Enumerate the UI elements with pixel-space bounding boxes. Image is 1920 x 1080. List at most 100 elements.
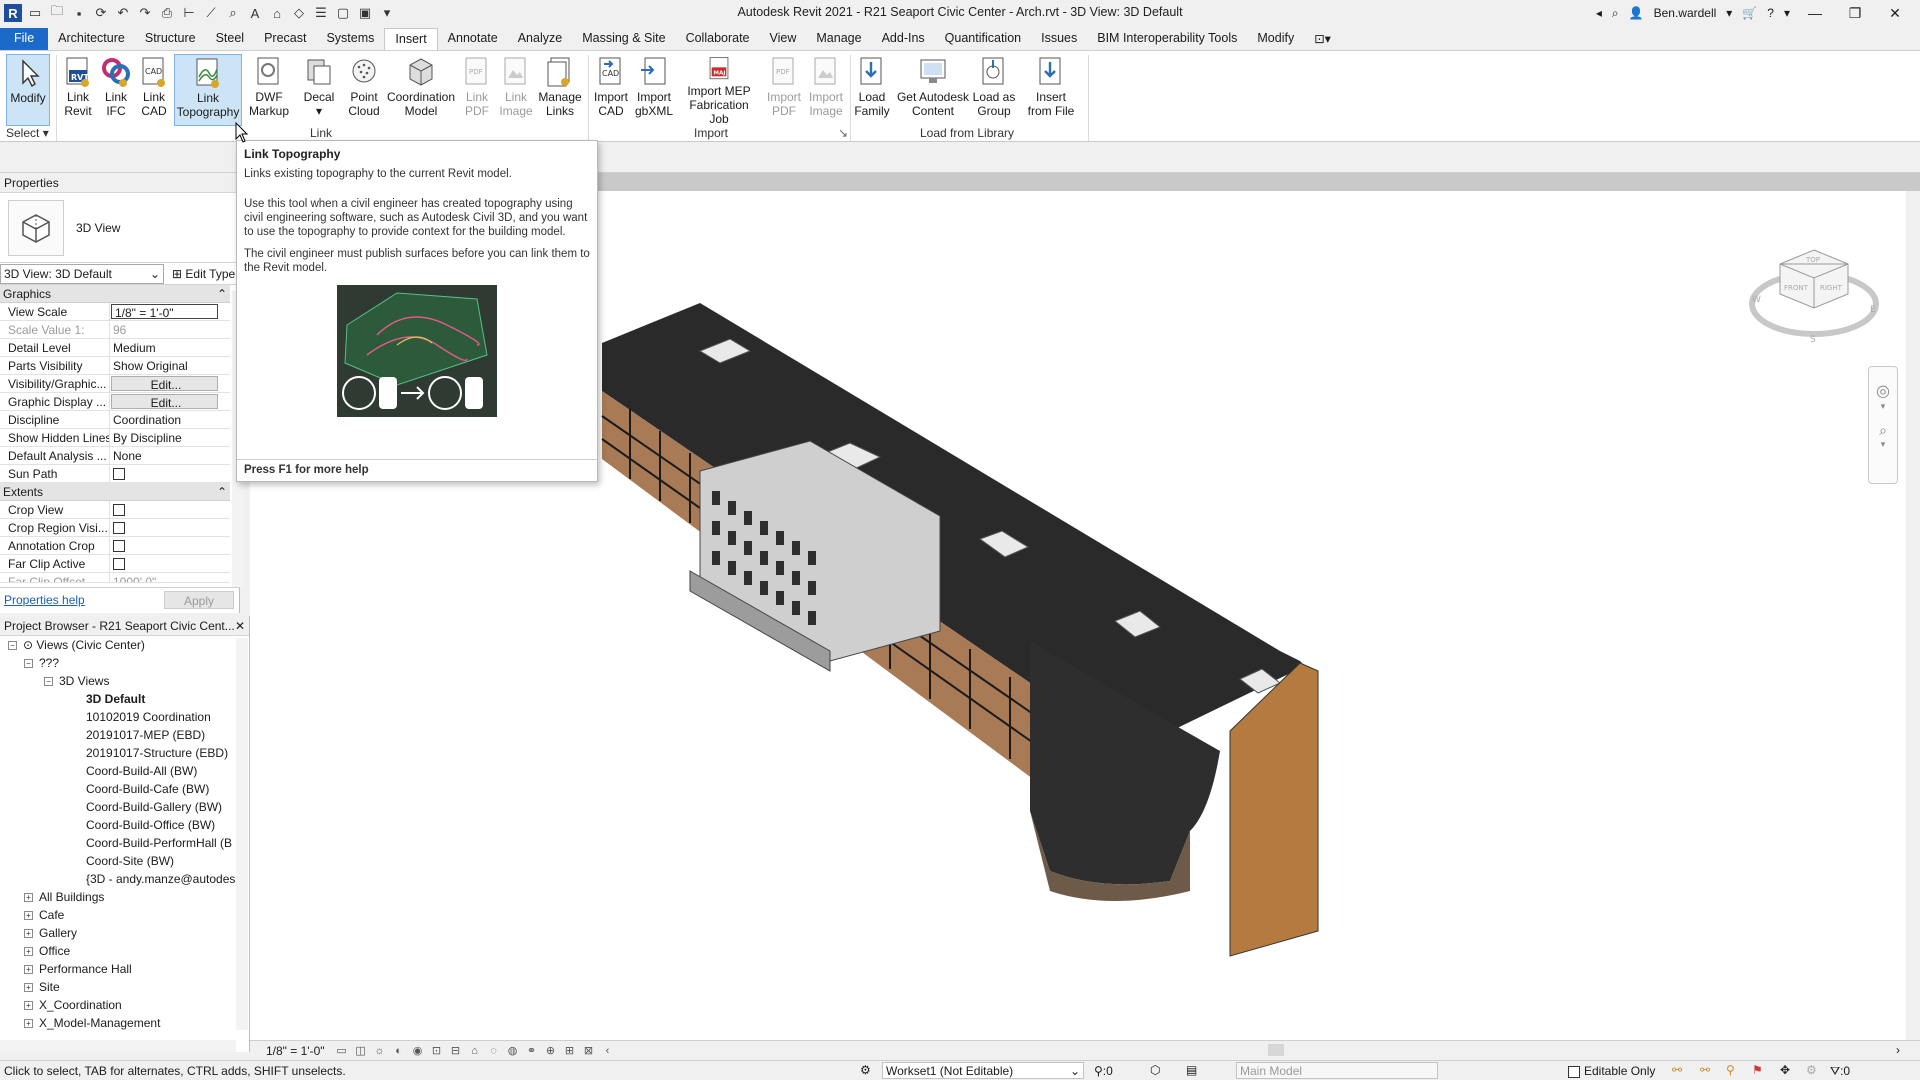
view-vertical-scrollbar[interactable] [1906, 191, 1920, 1040]
drag-elements-icon[interactable]: ✥ [1780, 1063, 1790, 1077]
import-mep-fabrication-button[interactable]: MAJ Import MEP Fabrication Job [678, 54, 760, 126]
prop-discipline[interactable]: Discipline Coordination [0, 411, 230, 429]
coordination-model-button[interactable]: Coordination Model [386, 54, 456, 126]
tab-systems[interactable]: Systems [316, 28, 384, 50]
prop-parts-visibility[interactable]: Parts Visibility Show Original [0, 357, 230, 375]
help-dropdown-icon[interactable]: ▾ [1784, 6, 1790, 20]
view-scale-button[interactable]: 1/8" = 1'-0" [266, 1044, 325, 1058]
section-icon[interactable]: ◇ [290, 4, 308, 22]
tree-item[interactable]: + Gallery [0, 924, 249, 942]
tree-item[interactable]: Coord-Build-Gallery (BW) [0, 798, 249, 816]
lock-3d-icon[interactable]: ⌂ [468, 1045, 482, 1057]
tree-item[interactable]: + Performance Hall [0, 960, 249, 978]
tab-steel[interactable]: Steel [206, 28, 255, 50]
zoom-dropdown-icon[interactable]: ▾ [1869, 439, 1897, 450]
temporary-hide-icon[interactable]: ◌ [487, 1045, 501, 1057]
restore-button[interactable]: ❐ [1840, 5, 1870, 22]
decal-button[interactable]: Decal ▾ [296, 54, 342, 126]
worksharing-icon[interactable]: ⚭ [525, 1045, 539, 1057]
crop-view-icon[interactable]: ⊡ [430, 1045, 444, 1057]
import-cad-button[interactable]: CAD Import CAD [592, 54, 630, 126]
print-icon[interactable]: ⎙ [158, 4, 176, 22]
dimension-icon[interactable]: ⟋ [202, 4, 220, 22]
scroll-right-icon[interactable]: › [1896, 1043, 1900, 1057]
expand-icon[interactable]: + [24, 929, 33, 938]
tree-item[interactable]: + Site [0, 978, 249, 996]
steering-wheel-icon[interactable]: ◎ [1869, 381, 1897, 401]
tree-item[interactable]: Coord-Build-PerformHall (B [0, 834, 249, 852]
filter-count[interactable]: ⛛:0 [1830, 1064, 1850, 1079]
sync-icon[interactable]: ⟳ [92, 4, 110, 22]
tab-insert[interactable]: Insert [384, 28, 438, 50]
browser-hscrollbar[interactable] [0, 1040, 236, 1052]
tree-item[interactable]: 20191017-Structure (EBD) [0, 744, 249, 762]
design-options-count[interactable]: ⚲:0 [1094, 1064, 1113, 1078]
get-autodesk-content-button[interactable]: Get Autodesk Content [894, 54, 972, 126]
editable-only-toggle[interactable]: Editable Only [1568, 1064, 1655, 1078]
collapse-icon[interactable]: − [8, 641, 17, 650]
revit-logo-icon[interactable]: R [4, 4, 22, 22]
view-scale-field[interactable]: 1/8" = 1'-0" [111, 304, 218, 319]
prop-annotation-crop[interactable]: Annotation Crop [0, 537, 230, 555]
link-cad-button[interactable]: CAD Link CAD [136, 54, 172, 126]
redo-icon[interactable]: ↷ [136, 4, 154, 22]
customize-qat-icon[interactable]: ▾ [378, 4, 396, 22]
tab-view[interactable]: View [760, 28, 807, 50]
editable-icon[interactable]: ⬡ [1150, 1063, 1160, 1077]
binoculars-icon[interactable]: ⌕ [1612, 6, 1619, 21]
select-pinned-icon[interactable]: ⚲ [1726, 1063, 1735, 1077]
expand-icon[interactable]: + [24, 1019, 33, 1028]
prop-detail-level[interactable]: Detail Level Medium [0, 339, 230, 357]
annotation-crop-checkbox[interactable] [113, 540, 125, 552]
tab-bim-interoperability[interactable]: BIM Interoperability Tools [1087, 28, 1247, 50]
reveal-constraints-icon[interactable]: ⊠ [582, 1045, 596, 1057]
prop-default-analysis[interactable]: Default Analysis ... None [0, 447, 230, 465]
close-button[interactable]: ✕ [1880, 5, 1910, 22]
link-revit-button[interactable]: RVT Link Revit [60, 54, 96, 126]
folder-icon[interactable]: 🗀 [48, 3, 66, 22]
link-image-button[interactable]: Link Image [498, 54, 534, 126]
tree-item[interactable]: + X_Model-Management [0, 1014, 249, 1032]
expand-icon[interactable]: + [24, 983, 33, 992]
tab-precast[interactable]: Precast [254, 28, 316, 50]
vg-edit-button[interactable]: Edit... [111, 376, 218, 391]
collapse-icon[interactable]: − [44, 677, 53, 686]
view-hscroll-thumb[interactable] [1268, 1044, 1284, 1056]
3d-view-icon[interactable]: ⌂ [268, 4, 286, 22]
tag-icon[interactable]: ⌕ [224, 4, 242, 22]
tree-item[interactable]: Coord-Build-All (BW) [0, 762, 249, 780]
close-hidden-icon[interactable]: ▢ [334, 4, 352, 22]
user-name[interactable]: Ben.wardell [1654, 6, 1717, 20]
view-instance-dropdown[interactable]: 3D View: 3D Default ⌄ [0, 263, 164, 284]
load-family-button[interactable]: Load Family [852, 54, 892, 126]
tab-collaborate[interactable]: Collaborate [676, 28, 760, 50]
tree-item[interactable]: + All Buildings [0, 888, 249, 906]
tab-massing-site[interactable]: Massing & Site [572, 28, 675, 50]
tree-item[interactable]: 3D Default [0, 690, 249, 708]
tab-structure[interactable]: Structure [135, 28, 206, 50]
point-cloud-button[interactable]: Point Cloud [344, 54, 384, 126]
tree-item[interactable]: Coord-Site (BW) [0, 852, 249, 870]
browser-scrollbar[interactable] [236, 638, 248, 1030]
import-panel-launcher-icon[interactable]: ↘ [838, 126, 848, 140]
select-by-face-icon[interactable]: ⚑ [1752, 1063, 1763, 1077]
tree-item[interactable]: Coord-Build-Office (BW) [0, 816, 249, 834]
prop-hidden-lines[interactable]: Show Hidden Lines By Discipline [0, 429, 230, 447]
minimize-button[interactable]: — [1800, 5, 1830, 21]
search-back-icon[interactable]: ◂ [1596, 6, 1602, 20]
tree-item[interactable]: −3D Views [0, 672, 249, 690]
select-underlay-icon[interactable]: ⚯ [1700, 1063, 1710, 1077]
prop-far-clip[interactable]: Far Clip Active [0, 555, 230, 573]
highlight-displacement-icon[interactable]: ⊞ [563, 1045, 577, 1057]
save-icon[interactable]: ▪ [70, 4, 88, 22]
import-image-button[interactable]: Import Image [806, 54, 846, 126]
editable-only-checkbox[interactable] [1568, 1065, 1580, 1078]
extents-group-header[interactable]: Extents ⌃ [0, 483, 230, 501]
select-links-icon[interactable]: ⚯ [1672, 1063, 1682, 1077]
design-option-dropdown[interactable]: Main Model [1236, 1062, 1438, 1079]
render-icon[interactable]: ◉ [411, 1045, 425, 1057]
dwf-markup-button[interactable]: DWF Markup [246, 54, 292, 126]
tree-item[interactable]: + Office [0, 942, 249, 960]
tab-quantification[interactable]: Quantification [935, 28, 1031, 50]
measure-icon[interactable]: ⊢ [180, 4, 198, 22]
